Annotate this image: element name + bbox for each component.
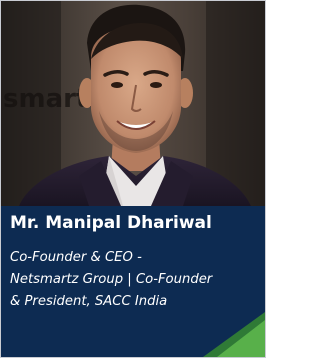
person-name: Mr. Manipal Dhariwal — [10, 213, 212, 233]
role-line-1: Co-Founder & CEO - — [10, 250, 142, 265]
profile-card: smartz Mr. Manipal Dhariwal Co-Founder &… — [0, 0, 266, 358]
portrait-photo: smartz — [1, 1, 265, 206]
person-role: Co-Founder & CEO - Netsmartz Group | Co-… — [10, 247, 262, 313]
role-line-3: & President, SACC India — [10, 294, 168, 309]
corner-accent — [203, 312, 265, 357]
role-line-2: Netsmartz Group | Co-Founder — [10, 272, 213, 287]
info-panel: Mr. Manipal Dhariwal Co-Founder & CEO - … — [1, 206, 265, 357]
